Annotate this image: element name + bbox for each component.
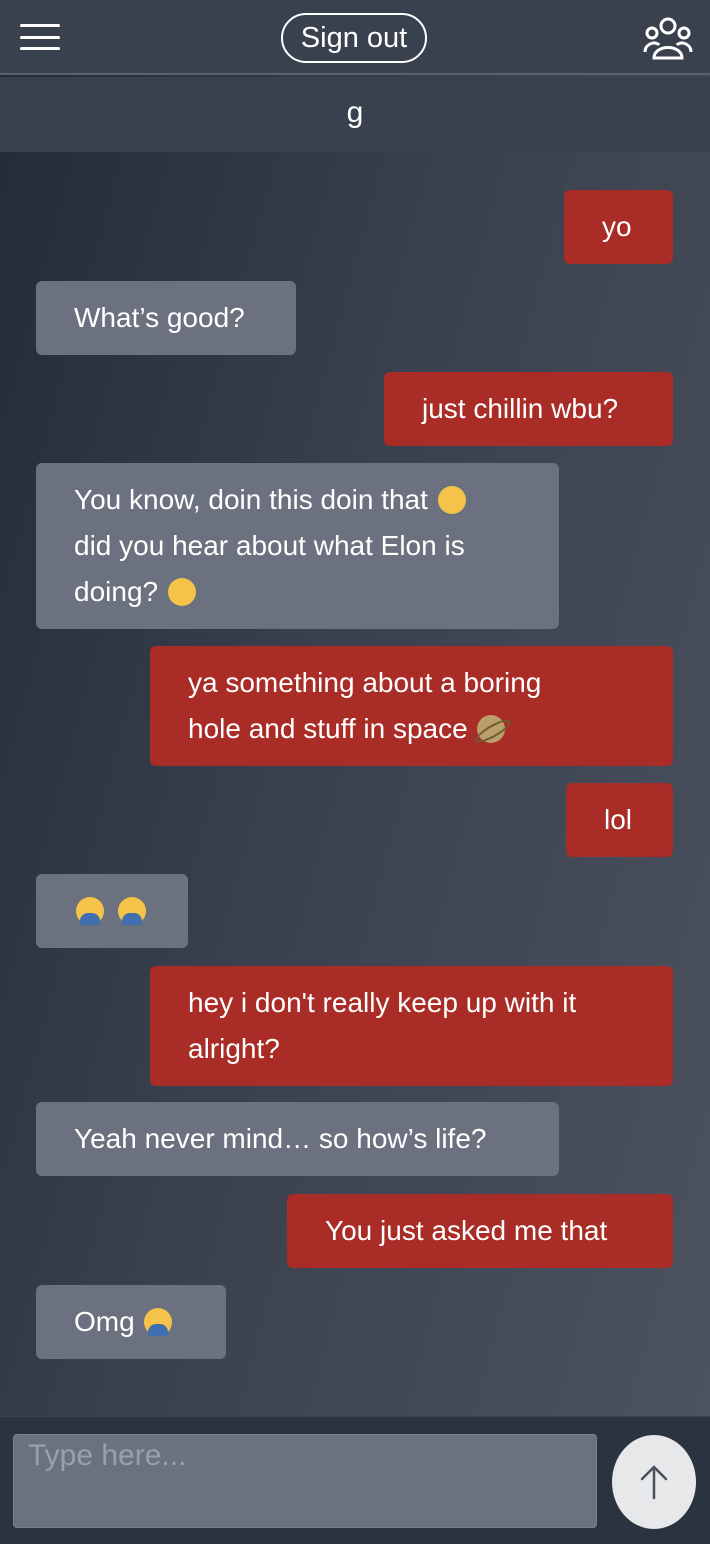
message-text-line: doing? bbox=[74, 576, 159, 607]
message-text-line: alright? bbox=[188, 1033, 280, 1064]
menu-bar-line bbox=[20, 35, 60, 39]
menu-bar-line bbox=[20, 24, 60, 27]
message-sent: hey i don't really keep up with it alrig… bbox=[150, 966, 673, 1086]
message-text: lol bbox=[604, 804, 633, 835]
message-input[interactable] bbox=[13, 1434, 597, 1528]
send-button[interactable] bbox=[612, 1435, 696, 1529]
message-sent: lol bbox=[566, 783, 673, 857]
hamburger-menu-icon[interactable] bbox=[18, 20, 62, 54]
message-received bbox=[36, 874, 188, 948]
message-list: yo What’s good? just chillin wbu? You kn… bbox=[0, 152, 710, 1416]
tired-face-emoji-icon bbox=[437, 486, 466, 514]
sign-out-button[interactable]: Sign out bbox=[281, 13, 427, 63]
message-text: Omg bbox=[74, 1306, 135, 1337]
message-sent: ya something about a boring hole and stu… bbox=[150, 646, 673, 766]
message-received: Yeah never mind… so how’s life? bbox=[36, 1102, 559, 1176]
message-sent: You just asked me that bbox=[287, 1194, 673, 1268]
message-text: Yeah never mind… so how’s life? bbox=[74, 1123, 487, 1154]
facepalm-emoji-icon bbox=[76, 897, 104, 925]
room-title: g bbox=[0, 77, 710, 152]
message-text-line: ya something about a boring bbox=[188, 667, 542, 698]
chat-app: Sign out g yo What’s good? just chillin … bbox=[0, 0, 710, 1544]
top-bar: Sign out bbox=[0, 0, 710, 75]
exploding-head-emoji-icon bbox=[167, 578, 196, 606]
people-group-icon[interactable] bbox=[642, 14, 694, 62]
message-received: Omg bbox=[36, 1285, 226, 1359]
menu-bar-line bbox=[20, 47, 60, 50]
message-text-line: hole and stuff in space bbox=[188, 713, 468, 744]
message-text-line: hey i don't really keep up with it bbox=[188, 987, 577, 1018]
message-text: just chillin wbu? bbox=[422, 393, 619, 424]
arrow-up-icon bbox=[640, 1465, 668, 1500]
message-text: yo bbox=[602, 211, 632, 242]
message-text: You just asked me that bbox=[325, 1215, 608, 1246]
message-sent: yo bbox=[564, 190, 673, 264]
facepalm-emoji-icon bbox=[144, 1308, 173, 1336]
facepalm-emoji-icon bbox=[117, 897, 146, 925]
ringed-planet-emoji-icon bbox=[477, 715, 506, 743]
message-sent: just chillin wbu? bbox=[384, 372, 673, 446]
message-text: What’s good? bbox=[74, 302, 245, 333]
message-text-line: did you hear about what Elon is bbox=[74, 530, 465, 561]
message-composer bbox=[0, 1416, 710, 1544]
message-text-line: You know, doin this doin that bbox=[74, 484, 428, 515]
message-received: What’s good? bbox=[36, 281, 296, 355]
message-received: You know, doin this doin that did you he… bbox=[36, 463, 559, 629]
